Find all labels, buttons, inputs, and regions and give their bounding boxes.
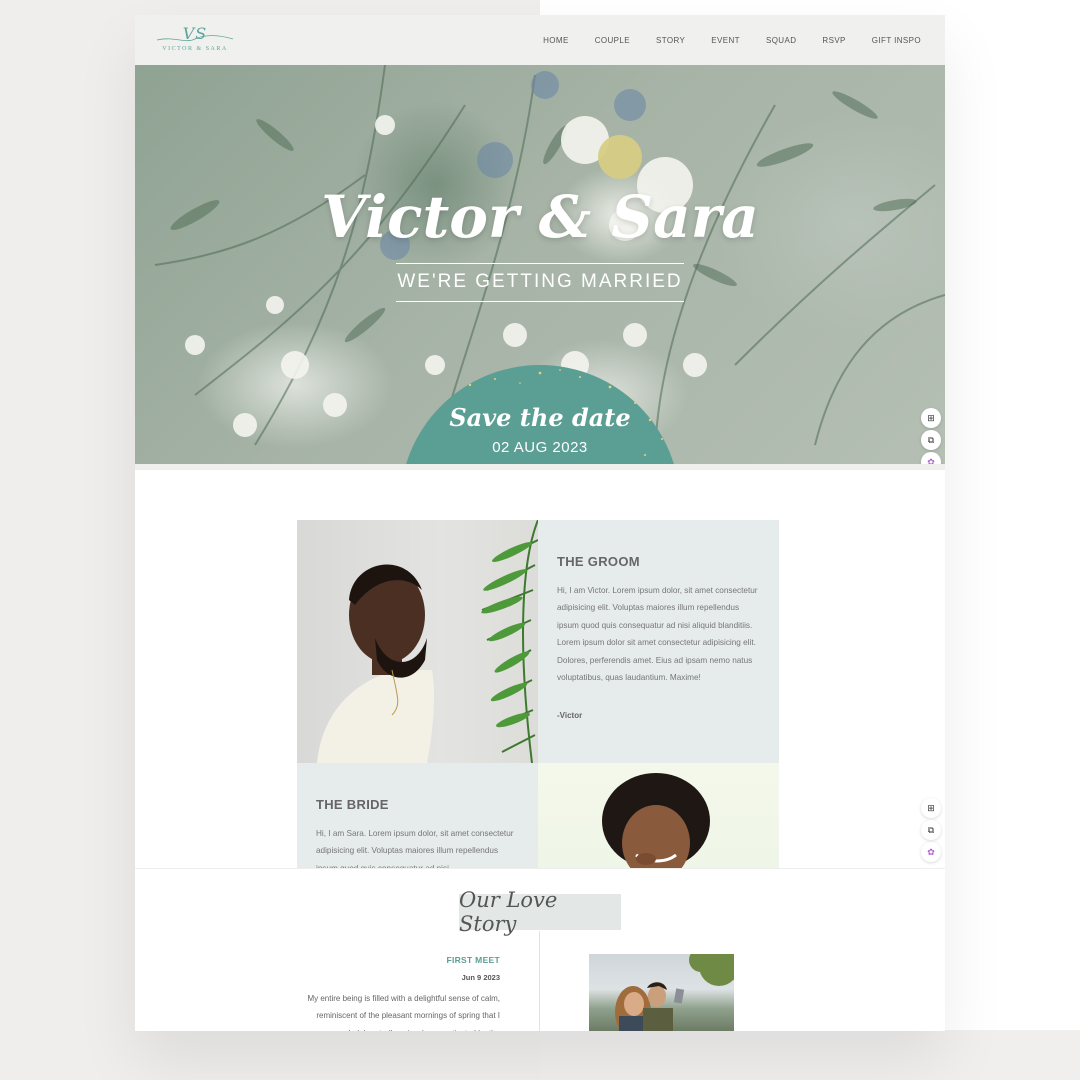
wedding-date: 02 AUG 2023 bbox=[492, 439, 588, 456]
hero-title: Victor & Sara bbox=[321, 183, 759, 251]
nav-item-home[interactable]: HOME bbox=[543, 36, 569, 45]
groom-photo bbox=[297, 520, 539, 764]
reader-icon[interactable]: ⧉ bbox=[921, 430, 941, 450]
couple-selfie-image bbox=[615, 954, 734, 1031]
site-logo[interactable]: VS VICTOR & SARA bbox=[155, 24, 235, 58]
hero-divider-bottom bbox=[396, 301, 684, 302]
logo-flourish-icon bbox=[156, 35, 234, 42]
hero-subtitle: WE'RE GETTING MARRIED bbox=[397, 271, 683, 292]
timeline-line bbox=[539, 931, 540, 1031]
love-story-section: Our Love Story FIRST MEET Jun 9 2023 My … bbox=[135, 868, 945, 1031]
brain-icon[interactable]: ✿ bbox=[921, 452, 941, 464]
nav-menu: HOME COUPLE STORY EVENT SQUAD RSVP GIFT … bbox=[517, 15, 921, 65]
website-frame: VS VICTOR & SARA HOME COUPLE STORY EVENT… bbox=[135, 15, 945, 1031]
logo-text: VICTOR & SARA bbox=[162, 46, 228, 52]
reader-icon[interactable]: ⧉ bbox=[921, 820, 941, 840]
page-background-bottom bbox=[540, 1030, 1080, 1080]
brain-icon[interactable]: ✿ bbox=[921, 842, 941, 862]
bride-card: THE BRIDE Hi, I am Sara. Lorem ipsum dol… bbox=[297, 763, 538, 868]
floating-tools-top: ⊞ ⧉ ✿ bbox=[921, 408, 943, 464]
first-meet-photo bbox=[589, 954, 734, 1031]
top-navigation: VS VICTOR & SARA HOME COUPLE STORY EVENT… bbox=[135, 15, 945, 65]
nav-item-squad[interactable]: SQUAD bbox=[766, 36, 796, 45]
hero-divider-top bbox=[396, 263, 684, 264]
bride-heading: THE BRIDE bbox=[316, 797, 389, 812]
bride-portrait-image bbox=[602, 773, 710, 868]
story-event-date: Jun 9 2023 bbox=[461, 973, 500, 982]
hero-divider-band bbox=[135, 464, 945, 470]
bride-bio: Hi, I am Sara. Lorem ipsum dolor, sit am… bbox=[316, 829, 514, 868]
nav-item-event[interactable]: EVENT bbox=[711, 36, 740, 45]
nav-item-rsvp[interactable]: RSVP bbox=[822, 36, 845, 45]
groom-heading: THE GROOM bbox=[557, 554, 640, 569]
groom-portrait-image bbox=[317, 520, 539, 764]
translate-icon[interactable]: ⊞ bbox=[921, 408, 941, 428]
love-story-title: Our Love Story bbox=[459, 888, 621, 936]
nav-item-couple[interactable]: COUPLE bbox=[595, 36, 630, 45]
couple-section: THE GROOM Hi, I am Victor. Lorem ipsum d… bbox=[297, 520, 779, 868]
bride-photo bbox=[538, 763, 779, 868]
save-the-date-label: Save the date bbox=[449, 403, 631, 432]
hero-banner: Victor & Sara WE'RE GETTING MARRIED Save… bbox=[135, 65, 945, 464]
story-event-label: FIRST MEET bbox=[446, 955, 500, 965]
groom-bio: Hi, I am Victor. Lorem ipsum dolor, sit … bbox=[557, 586, 758, 683]
floating-tools-bottom: ⊞ ⧉ ✿ bbox=[921, 798, 943, 864]
groom-signature: -Victor bbox=[557, 711, 583, 720]
translate-icon[interactable]: ⊞ bbox=[921, 798, 941, 818]
nav-item-story[interactable]: STORY bbox=[656, 36, 685, 45]
groom-card: THE GROOM Hi, I am Victor. Lorem ipsum d… bbox=[538, 520, 779, 763]
story-event-text: My entire being is filled with a delight… bbox=[307, 994, 500, 1031]
nav-item-gift-inspo[interactable]: GIFT INSPO bbox=[872, 36, 921, 45]
